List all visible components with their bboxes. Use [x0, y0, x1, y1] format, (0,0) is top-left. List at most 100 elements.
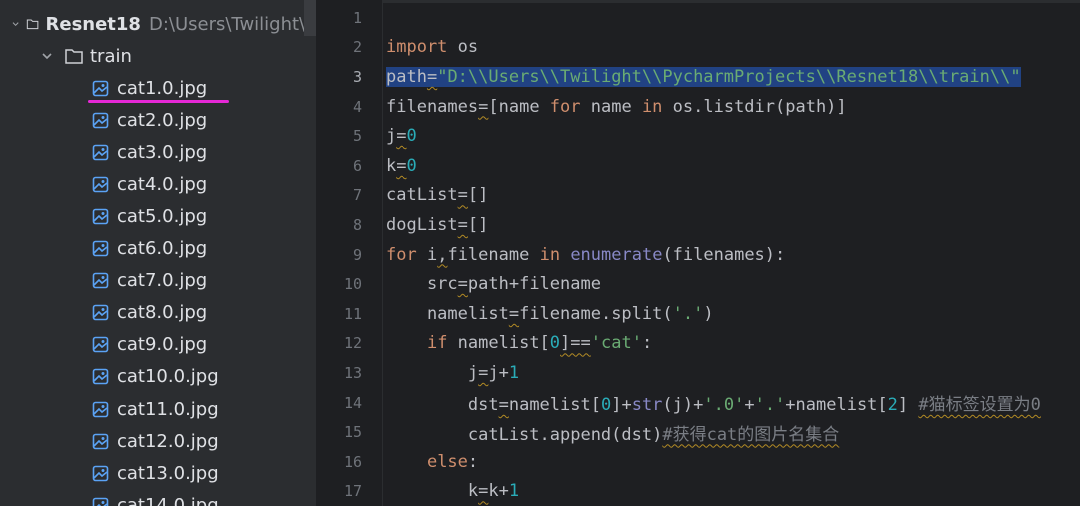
line-number: 15 [343, 423, 362, 442]
code-token: namelist[ [447, 333, 550, 354]
code-token: in [641, 96, 663, 117]
code-line[interactable]: 1 [316, 3, 1080, 33]
tree-file-item[interactable]: cat6.0.jpg [0, 233, 316, 265]
file-name: cat7.0.jpg [117, 270, 208, 292]
line-number: 5 [352, 127, 362, 146]
code-line[interactable]: 6 k=0 [316, 151, 1080, 181]
tree-file-item[interactable]: cat11.0.jpg [0, 393, 316, 425]
code-line[interactable]: 5 j=0 [316, 121, 1080, 151]
image-file-icon [92, 272, 109, 289]
code-text: catList.append(dst)#获得cat的图片名集合 [386, 420, 839, 445]
tree-file-item[interactable]: cat2.0.jpg [0, 104, 316, 136]
folder-icon [27, 19, 39, 30]
code-token: 2 [887, 395, 898, 416]
line-number: 4 [352, 97, 362, 116]
code-token: src [386, 274, 458, 295]
file-name: cat6.0.jpg [117, 238, 208, 259]
chevron-down-icon[interactable] [40, 49, 54, 63]
code-text: j=j+1 [386, 363, 519, 383]
code-token: = [457, 274, 468, 295]
code-token: k [386, 481, 479, 502]
tree-file-item[interactable]: cat10.0.jpg [0, 361, 316, 393]
line-number: 1 [352, 8, 362, 27]
code-token: #获得cat的图片名集合 [662, 424, 840, 445]
code-token: = [426, 66, 438, 87]
file-name: cat8.0.jpg [117, 302, 208, 324]
code-token: #猫标签设置为0 [918, 395, 1041, 416]
code-token: = [396, 126, 407, 147]
image-file-icon [92, 304, 109, 321]
code-token: j [386, 126, 397, 147]
tree-node-root[interactable]: Resnet18 D:\Users\Twilight\P [0, 8, 316, 40]
file-name: cat3.0.jpg [117, 141, 208, 163]
chevron-down-icon[interactable] [11, 17, 20, 31]
code-line[interactable]: 10 src=path+filename [316, 269, 1080, 299]
tree-file-item[interactable]: cat12.0.jpg [0, 425, 316, 457]
code-token: = [508, 303, 520, 324]
file-name: cat11.0.jpg [117, 398, 219, 420]
line-number: 11 [343, 304, 362, 323]
code-editor[interactable]: 1 2 import os 3 path="D:\\Users\\Twilight\\P… [316, 0, 1080, 506]
code-token: = [478, 362, 489, 383]
image-file-icon [92, 465, 109, 481]
code-line[interactable]: 13 j=j+1 [316, 358, 1080, 388]
code-token: j [386, 362, 479, 383]
code-text: namelist=filename.split('.') [386, 304, 714, 324]
tree-file-item[interactable]: cat5.0.jpg [0, 200, 316, 232]
tree-file-item[interactable]: cat3.0.jpg [0, 136, 316, 168]
code-line[interactable]: 17 k=k+1 [316, 477, 1080, 506]
line-number: 16 [343, 452, 362, 471]
code-line[interactable]: 16 else: [316, 447, 1080, 477]
code-token: '.0' [703, 395, 745, 416]
code-token: name [580, 96, 642, 117]
line-number: 7 [352, 186, 362, 205]
line-number: 12 [343, 334, 362, 353]
code-token: = [498, 395, 509, 416]
image-file-icon [92, 497, 109, 506]
line-number: 3 [352, 67, 362, 86]
code-token: (filenames): [662, 244, 786, 265]
code-text: dst=namelist[0]+str(j)+'.0'+'.'+namelist… [386, 390, 1041, 415]
code-line[interactable]: 4 filenames=[name for name in os.listdir(… [316, 92, 1080, 122]
code-token: filenames [386, 96, 479, 117]
image-file-icon [92, 112, 109, 128]
code-token: dogList [386, 214, 458, 235]
code-line[interactable]: 7 catList=[] [316, 181, 1080, 211]
code-text: catList=[] [386, 185, 488, 205]
code-token: filename [447, 244, 540, 265]
code-line[interactable]: 15 catList.append(dst)#获得cat的图片名集合 [316, 417, 1080, 447]
file-name: cat10.0.jpg [117, 366, 219, 388]
tree-file-item[interactable]: cat13.0.jpg [0, 457, 316, 489]
code-line[interactable]: 8 dogList=[] [316, 210, 1080, 240]
code-line[interactable]: 12 if namelist[0]=='cat': [316, 329, 1080, 359]
code-token: os.listdir(path)] [662, 96, 847, 117]
code-token: = [457, 185, 468, 206]
code-token: 1 [508, 362, 520, 383]
image-file-icon [92, 336, 109, 353]
tree-file-item[interactable]: cat8.0.jpg [0, 297, 316, 329]
code-line[interactable]: 3 path="D:\\Users\\Twilight\\PycharmProje… [316, 62, 1080, 92]
code-text: k=0 [386, 156, 417, 176]
scrollbar[interactable] [304, 0, 316, 36]
tree-file-item[interactable]: cat7.0.jpg [0, 265, 316, 297]
code-line[interactable]: 2 import os [316, 33, 1080, 63]
code-line[interactable]: 14 dst=namelist[0]+str(j)+'.0'+'.'+namel… [316, 388, 1080, 418]
code-token: [name [488, 96, 550, 117]
image-file-icon [92, 144, 109, 160]
code-token: path [386, 66, 427, 87]
tree-file-item[interactable]: cat9.0.jpg [0, 329, 316, 361]
code-text: filenames=[name for name in os.listdir(p… [386, 97, 847, 117]
code-line[interactable]: 11 namelist=filename.split('.') [316, 299, 1080, 329]
tree-file-item[interactable]: cat4.0.jpg [0, 168, 316, 200]
tree-file-item[interactable]: cat14.0.jpg [0, 489, 316, 506]
line-number: 13 [343, 363, 362, 382]
code-token: [] [467, 214, 489, 235]
image-file-icon [92, 369, 109, 385]
code-line[interactable]: 9 for i,filename in enumerate(filenames): [316, 240, 1080, 270]
tree-node-train[interactable]: train [0, 40, 316, 72]
code-token: dst [386, 395, 499, 416]
line-number: 10 [343, 275, 362, 294]
code-token: '.' [672, 303, 704, 324]
code-token: = [396, 155, 407, 176]
code-token: namelist [386, 303, 509, 324]
